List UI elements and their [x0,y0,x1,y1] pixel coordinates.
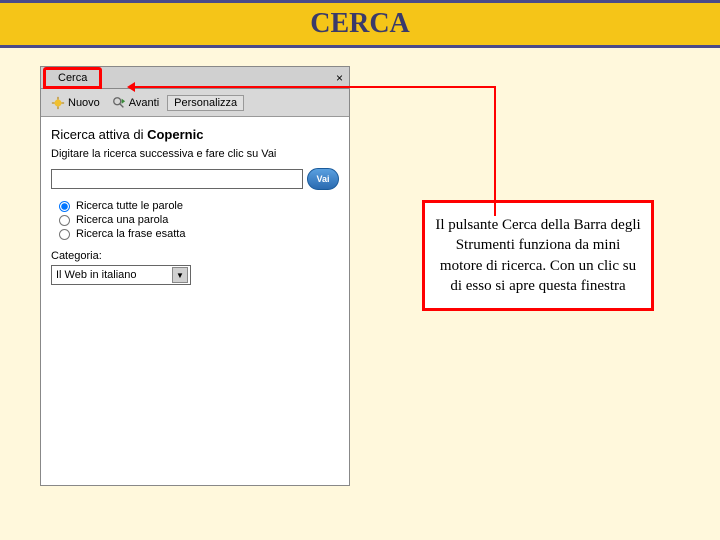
tab-cerca[interactable]: Cerca [43,67,102,89]
avanti-button[interactable]: Avanti [108,94,163,112]
header-bar: CERCA [0,0,720,48]
category-select[interactable]: Il Web in italiano ▼ [51,265,191,285]
panel-heading: Ricerca attiva di Copernic [51,127,339,148]
panel-body: Ricerca attiva di Copernic Digitare la r… [41,117,349,485]
radio-one-word[interactable]: Ricerca una parola [59,214,339,226]
callout-box: Il pulsante Cerca della Barra degli Stru… [422,200,654,311]
callout-arrow-horizontal [130,86,496,88]
category-value: Il Web in italiano [56,269,137,281]
radio-label-exact: Ricerca la frase esatta [76,228,185,240]
radio-label-all: Ricerca tutte le parole [76,200,183,212]
nuovo-label: Nuovo [68,97,100,109]
chevron-down-icon: ▼ [172,267,188,283]
search-input[interactable] [51,169,303,189]
search-row: Vai [51,168,339,190]
radio-all-words[interactable]: Ricerca tutte le parole [59,200,339,212]
page-title: CERCA [310,8,410,40]
sparkle-icon [51,96,65,110]
vai-label: Vai [316,174,329,184]
radio-input-all[interactable] [59,201,70,212]
radio-label-one: Ricerca una parola [76,214,168,226]
heading-brand: Copernic [147,127,203,142]
nuovo-button[interactable]: Nuovo [47,94,104,112]
instruction-text: Digitare la ricerca successiva e fare cl… [51,148,339,160]
vai-button[interactable]: Vai [307,168,339,190]
tab-label: Cerca [58,72,87,84]
heading-prefix: Ricerca attiva di [51,127,147,142]
close-button[interactable]: × [336,71,343,85]
callout-arrow-vertical [494,86,496,216]
close-icon: × [336,71,343,85]
toolbar: Nuovo Avanti Personalizza [41,89,349,117]
avanti-label: Avanti [129,97,159,109]
category-label: Categoria: [51,250,339,262]
personalizza-button[interactable]: Personalizza [167,95,244,111]
search-panel: Cerca × Nuovo Avanti Personalizza Ricerc… [40,66,350,486]
radio-input-one[interactable] [59,215,70,226]
callout-text: Il pulsante Cerca della Barra degli Stru… [435,217,640,294]
annotation-area: Il pulsante Cerca della Barra degli Stru… [370,66,680,486]
search-next-icon [112,96,126,110]
content-area: Cerca × Nuovo Avanti Personalizza Ricerc… [0,56,720,496]
radio-exact-phrase[interactable]: Ricerca la frase esatta [59,228,339,240]
radio-input-exact[interactable] [59,229,70,240]
